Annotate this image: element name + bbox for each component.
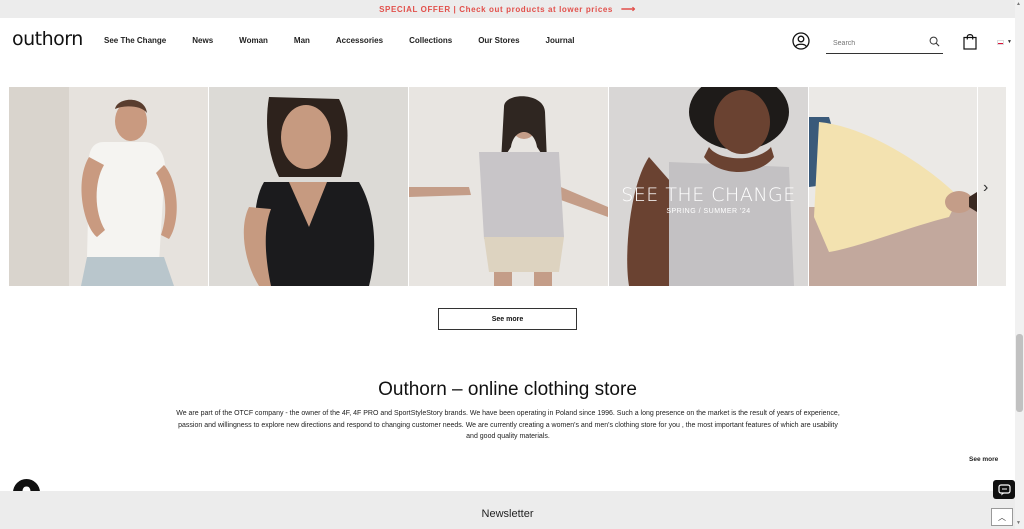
store-description-line: We are part of the OTCF company - the ow…	[176, 410, 840, 417]
store-description-line: passion and willingness to explore new d…	[178, 421, 838, 429]
scroll-up-icon[interactable]: ▲	[1016, 1, 1021, 7]
carousel-slide-5[interactable]	[809, 87, 977, 286]
model-yellow-shirt-image	[809, 87, 977, 286]
see-more-button[interactable]: See more	[438, 308, 577, 330]
site-header: outhorn See The Change News Woman Man Ac…	[0, 18, 1015, 64]
store-description-line: and good quality materials.	[466, 433, 550, 440]
carousel-slide-2[interactable]	[209, 87, 408, 286]
main-nav: See The Change News Woman Man Accessorie…	[104, 36, 600, 45]
search-input[interactable]	[826, 35, 921, 52]
campaign-subtitle: SPRING / SUMMER '24	[666, 208, 751, 215]
carousel-slide-3[interactable]	[409, 87, 608, 286]
store-description: We are part of the OTCF company - the ow…	[176, 408, 840, 443]
account-icon[interactable]	[792, 32, 810, 50]
see-more-link[interactable]: See more	[969, 456, 998, 463]
nav-item-woman[interactable]: Woman	[239, 36, 268, 45]
chevron-up-icon[interactable]: ︿	[991, 508, 1013, 526]
model-black-dress-image	[209, 87, 408, 286]
chevron-down-icon[interactable]: ▼	[1007, 39, 1012, 45]
search-icon[interactable]	[929, 36, 940, 47]
nav-item-news[interactable]: News	[192, 36, 213, 45]
chat-button[interactable]	[993, 480, 1015, 499]
product-carousel[interactable]: SEE THE CHANGE SPRING / SUMMER '24	[9, 87, 1006, 286]
carousel-slide-1[interactable]	[9, 87, 208, 286]
nav-item-man[interactable]: Man	[294, 36, 310, 45]
logo[interactable]: outhorn	[12, 28, 83, 50]
nav-item-our-stores[interactable]: Our Stores	[478, 36, 519, 45]
newsletter-title: Newsletter	[481, 508, 534, 520]
scroll-thumb[interactable]	[1016, 334, 1023, 412]
newsletter-section: Newsletter	[0, 491, 1015, 529]
model-tank-top-image	[9, 87, 208, 286]
arrow-right-icon: ⟶	[620, 3, 636, 15]
bag-icon[interactable]	[963, 33, 977, 50]
store-title: Outhorn – online clothing store	[378, 379, 637, 400]
campaign-title: SEE THE CHANGE	[621, 184, 796, 206]
nav-item-journal[interactable]: Journal	[546, 36, 575, 45]
promo-bar[interactable]: SPECIAL OFFER | Check out products at lo…	[0, 0, 1015, 18]
chevron-right-icon[interactable]: ›	[983, 179, 997, 199]
scroll-down-icon[interactable]: ▼	[1016, 520, 1021, 526]
promo-text[interactable]: SPECIAL OFFER | Check out products at lo…	[379, 5, 613, 14]
nav-item-collections[interactable]: Collections	[409, 36, 452, 45]
nav-item-accessories[interactable]: Accessories	[336, 36, 383, 45]
search-box	[826, 32, 943, 54]
page-scrollbar[interactable]: ▲ ▼	[1015, 0, 1024, 529]
chat-icon	[997, 483, 1011, 495]
flag-pl-icon[interactable]	[997, 40, 1004, 45]
model-grey-tee-image	[409, 87, 608, 286]
carousel-slide-4-campaign[interactable]: SEE THE CHANGE SPRING / SUMMER '24	[609, 87, 808, 286]
nav-item-see-the-change[interactable]: See The Change	[104, 36, 166, 45]
